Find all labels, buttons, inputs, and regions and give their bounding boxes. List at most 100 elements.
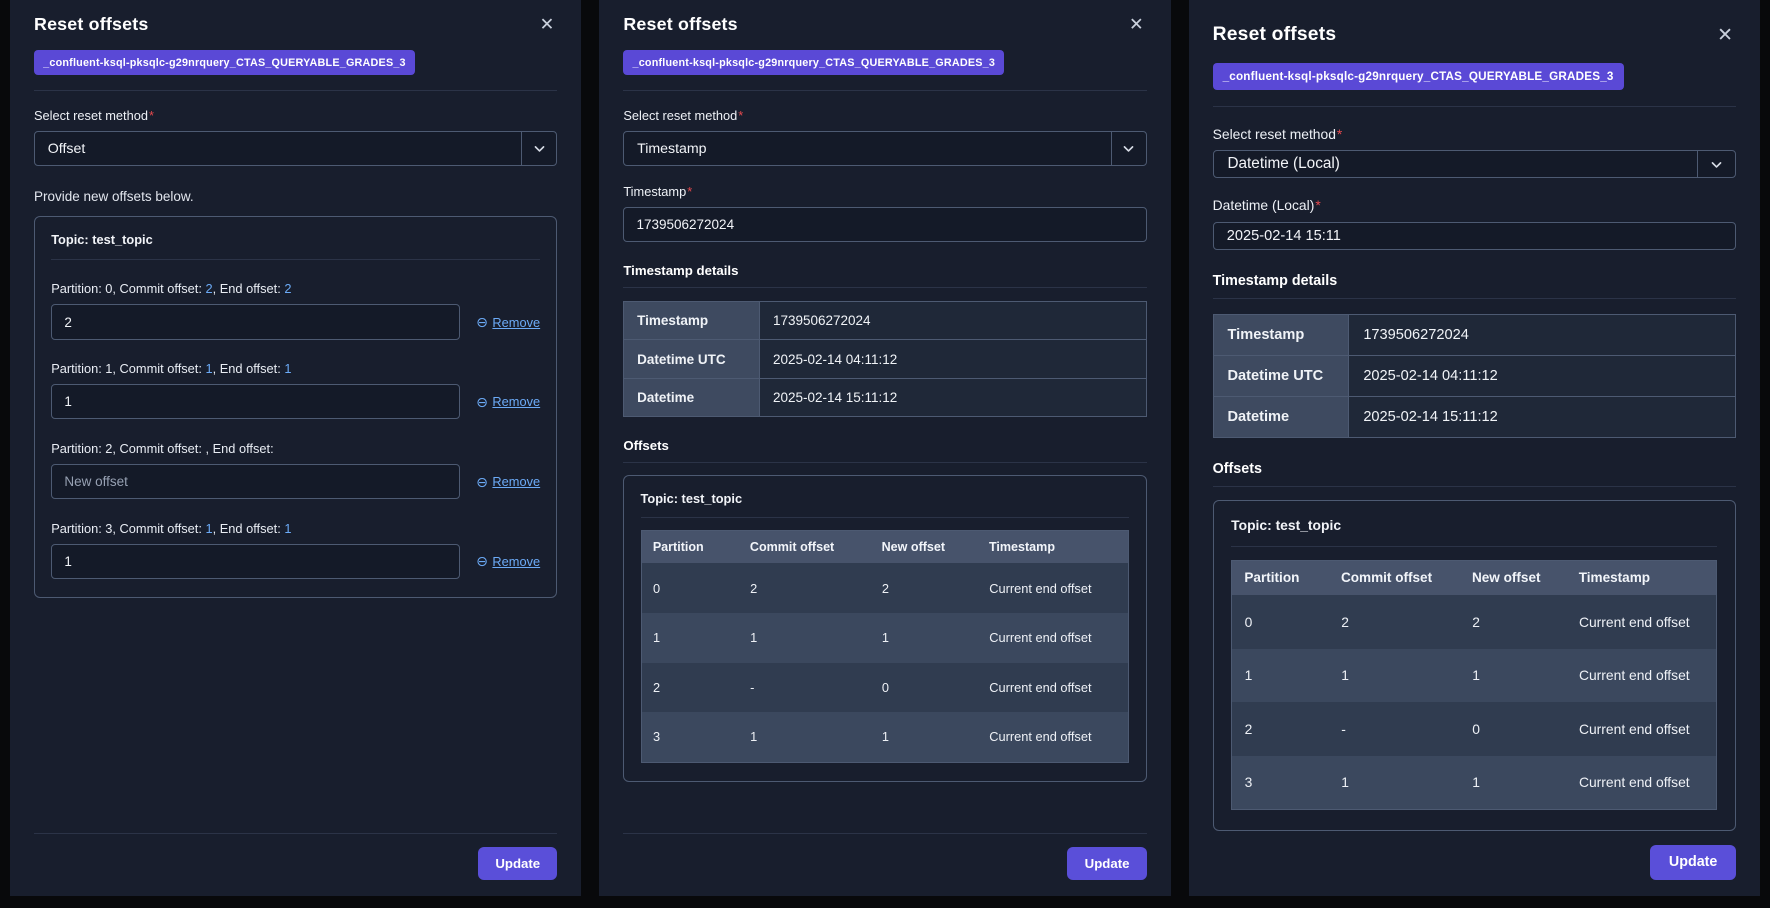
- table-row: 0 2 2 Current end offset: [641, 563, 1129, 613]
- dialog-title: Reset offsets: [34, 14, 148, 35]
- cell-commit-offset: 1: [739, 712, 871, 762]
- partition-label: Partition: 0, Commit offset: 2, End offs…: [51, 281, 540, 296]
- divider: [51, 259, 540, 260]
- datetime-input[interactable]: [1213, 222, 1736, 250]
- cell-partition: 0: [1232, 595, 1329, 648]
- offsets-header-row: Partition Commit offset New offset Times…: [641, 531, 1129, 564]
- divider: [1213, 486, 1736, 487]
- update-button[interactable]: Update: [478, 847, 557, 880]
- new-offset-input[interactable]: [51, 464, 460, 499]
- remove-link[interactable]: ⊖ Remove: [476, 315, 540, 330]
- remove-icon: ⊖: [476, 315, 488, 329]
- details-row: Timestamp 1739506272024: [624, 302, 1146, 340]
- new-offset-input[interactable]: [51, 304, 460, 339]
- reset-method-label: Select reset method*: [1213, 126, 1736, 142]
- remove-icon: ⊖: [476, 554, 488, 568]
- cell-timestamp: Current end offset: [978, 712, 1129, 762]
- partition-label-mid: , End offset:: [205, 441, 273, 456]
- instruction-text: Provide new offsets below.: [34, 189, 557, 204]
- topic-label: Topic: test_topic: [641, 491, 1130, 506]
- close-button[interactable]: ✕: [1126, 14, 1147, 36]
- new-offset-input[interactable]: [51, 384, 460, 419]
- reset-method-value: Offset: [35, 141, 521, 157]
- details-key: Datetime UTC: [1213, 355, 1349, 396]
- partition-label-mid: , End offset:: [213, 361, 285, 376]
- chevron-down-icon: [521, 132, 556, 165]
- cell-new-offset: 1: [870, 613, 977, 663]
- cell-commit-offset: 2: [739, 563, 871, 613]
- end-offset-value: 1: [284, 521, 291, 536]
- partition-row-2: Partition: 2, Commit offset: , End offse…: [51, 441, 540, 499]
- cell-timestamp: Current end offset: [978, 663, 1129, 713]
- column-header-timestamp: Timestamp: [978, 531, 1129, 564]
- cell-partition: 0: [641, 563, 739, 613]
- cell-commit-offset: 1: [1329, 756, 1460, 810]
- reset-method-select[interactable]: Offset: [34, 131, 557, 166]
- cell-new-offset: 2: [1460, 595, 1567, 648]
- divider: [1231, 546, 1717, 547]
- partition-label: Partition: 2, Commit offset: , End offse…: [51, 441, 540, 456]
- cell-timestamp: Current end offset: [978, 613, 1129, 663]
- remove-label: Remove: [492, 394, 540, 409]
- topic-label: Topic: test_topic: [1231, 517, 1717, 533]
- details-key: Datetime: [1213, 396, 1349, 437]
- offsets-table: Partition Commit offset New offset Times…: [641, 530, 1130, 763]
- offsets-heading: Offsets: [1213, 461, 1736, 477]
- dialog-footer: Update: [1213, 831, 1736, 880]
- close-icon: ✕: [1129, 14, 1144, 34]
- dialog-title: Reset offsets: [623, 14, 737, 35]
- cell-new-offset: 1: [870, 712, 977, 762]
- reset-method-select[interactable]: Datetime (Local): [1213, 150, 1736, 178]
- remove-link[interactable]: ⊖ Remove: [476, 394, 540, 409]
- details-value: 1739506272024: [760, 302, 1147, 340]
- cell-partition: 1: [1232, 649, 1329, 702]
- update-button[interactable]: Update: [1067, 847, 1146, 880]
- close-button[interactable]: ✕: [1714, 24, 1736, 47]
- timestamp-input[interactable]: [623, 207, 1146, 242]
- update-button[interactable]: Update: [1650, 845, 1736, 880]
- column-header-partition: Partition: [1232, 560, 1329, 595]
- divider: [1213, 106, 1736, 107]
- cell-new-offset: 0: [870, 663, 977, 713]
- reset-method-label-text: Select reset method: [1213, 126, 1336, 142]
- divider: [34, 90, 557, 91]
- close-button[interactable]: ✕: [537, 14, 558, 36]
- details-value: 2025-02-14 04:11:12: [760, 340, 1147, 378]
- details-key: Timestamp: [1213, 314, 1349, 355]
- remove-icon: ⊖: [476, 395, 488, 409]
- remove-label: Remove: [492, 474, 540, 489]
- cell-commit-offset: 1: [1329, 649, 1460, 702]
- cell-new-offset: 1: [1460, 649, 1567, 702]
- partition-label-prefix: Partition: 1, Commit offset:: [51, 361, 205, 376]
- details-key: Timestamp: [624, 302, 760, 340]
- cell-commit-offset: 1: [739, 613, 871, 663]
- cell-commit-offset: -: [739, 663, 871, 713]
- close-icon: ✕: [540, 14, 555, 34]
- table-row: 0 2 2 Current end offset: [1232, 595, 1717, 648]
- cell-timestamp: Current end offset: [1566, 595, 1716, 648]
- reset-method-label-text: Select reset method: [34, 108, 148, 123]
- cell-partition: 3: [641, 712, 739, 762]
- app: Reset offsets ✕ _confluent-ksql-pksqlc-g…: [0, 0, 1770, 908]
- dialog-header: Reset offsets ✕: [623, 14, 1146, 36]
- details-value: 2025-02-14 04:11:12: [1349, 355, 1736, 396]
- reset-method-select[interactable]: Timestamp: [623, 131, 1146, 166]
- cell-commit-offset: -: [1329, 702, 1460, 755]
- remove-link[interactable]: ⊖ Remove: [476, 554, 540, 569]
- cell-timestamp: Current end offset: [978, 563, 1129, 613]
- partition-label-prefix: Partition: 3, Commit offset:: [51, 521, 205, 536]
- cell-timestamp: Current end offset: [1566, 756, 1716, 810]
- details-value: 2025-02-14 15:11:12: [760, 378, 1147, 416]
- reset-offsets-dialog-timestamp: Reset offsets ✕ _confluent-ksql-pksqlc-g…: [599, 0, 1170, 896]
- new-offset-input[interactable]: [51, 544, 460, 579]
- column-header-new-offset: New offset: [870, 531, 977, 564]
- remove-link[interactable]: ⊖ Remove: [476, 474, 540, 489]
- details-value: 2025-02-14 15:11:12: [1349, 396, 1736, 437]
- required-asterisk: *: [149, 108, 154, 123]
- divider: [1213, 298, 1736, 299]
- end-offset-value: 1: [284, 361, 291, 376]
- required-asterisk: *: [738, 108, 743, 123]
- cell-timestamp: Current end offset: [1566, 702, 1716, 755]
- datetime-field-label: Datetime (Local)*: [1213, 197, 1736, 213]
- reset-method-label: Select reset method*: [34, 108, 557, 123]
